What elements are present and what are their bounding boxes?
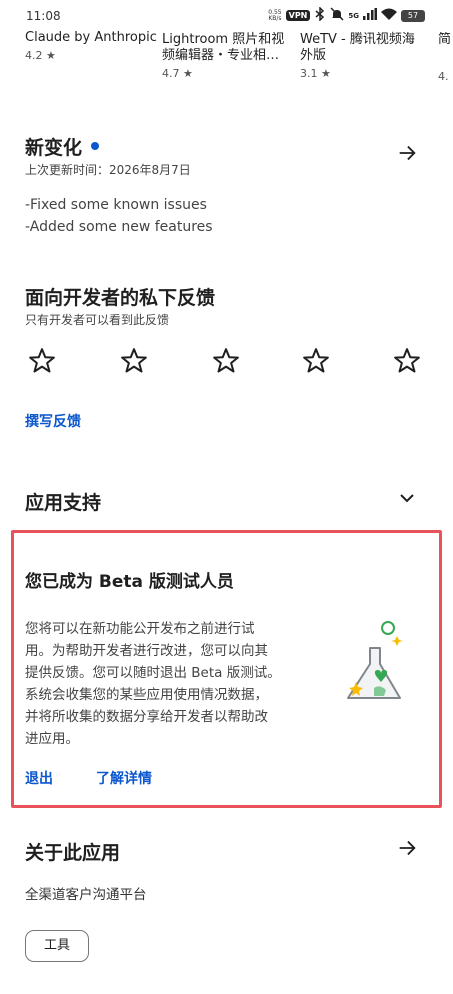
net-speed-unit: KB/s <box>268 14 282 22</box>
related-app-card[interactable]: 简 4. <box>438 32 453 83</box>
star-empty-icon[interactable] <box>27 346 57 380</box>
star-empty-icon[interactable] <box>301 346 331 380</box>
related-app-rating: 4. <box>438 70 449 83</box>
status-icons: 0.55 KB/s VPN 5G 57 <box>268 6 425 24</box>
beta-line: 进应用。 <box>25 731 79 747</box>
related-app-rating: 4.2 ★ <box>25 49 56 62</box>
star-filled-icon: ★ <box>321 67 331 80</box>
whats-new-arrow-icon[interactable] <box>396 142 418 168</box>
beta-line: 系统会收集您的某些应用使用情况数据， <box>25 687 268 703</box>
whats-new-header[interactable]: 新变化 <box>25 133 100 160</box>
star-empty-icon[interactable] <box>392 346 422 380</box>
beta-title: 您已成为 Beta 版测试人员 <box>25 572 234 592</box>
beta-line: 并将所收集的数据分享给开发者以帮助改 <box>25 709 268 725</box>
release-note: -Fixed some known issues <box>25 197 207 213</box>
chevron-down-icon[interactable] <box>397 488 417 512</box>
star-rating <box>0 346 453 380</box>
beta-description: 您将可以在新功能公开发布之前进行试 用。为帮助开发者进行改进，您可以向其 提供反… <box>25 618 325 750</box>
whats-new-title: 新变化 <box>25 137 83 159</box>
battery-icon: 57 <box>401 9 425 22</box>
private-feedback-title: 面向开发者的私下反馈 <box>25 287 216 309</box>
related-app-card[interactable]: Claude by Anthropic 4.2 ★ <box>25 30 165 62</box>
about-title[interactable]: 关于此应用 <box>25 838 120 865</box>
bluetooth-icon <box>314 6 326 24</box>
network-type: 5G <box>348 11 359 20</box>
related-app-card[interactable]: WeTV - 腾讯视频海 外版 3.1 ★ <box>300 32 425 80</box>
vpn-badge: VPN <box>285 10 311 21</box>
signal-icon <box>363 8 377 23</box>
app-support-title[interactable]: 应用支持 <box>25 488 101 515</box>
write-feedback-link[interactable]: 撰写反馈 <box>25 411 81 431</box>
related-app-name: WeTV - 腾讯视频海 外版 <box>300 32 415 63</box>
status-time: 11:08 <box>26 9 61 23</box>
new-dot-icon <box>91 141 100 150</box>
learn-more-link[interactable]: 了解详情 <box>96 768 152 788</box>
beta-flask-illustration <box>340 618 410 712</box>
related-app-name: 简 <box>438 32 452 47</box>
related-app-card[interactable]: Lightroom 照片和视 频编辑器・专业相… 4.7 ★ <box>162 32 302 80</box>
category-chip[interactable]: 工具 <box>25 930 89 962</box>
wifi-icon <box>381 8 397 23</box>
related-app-name: Claude by Anthropic <box>25 30 157 45</box>
mute-icon <box>330 7 344 24</box>
beta-line: 提供反馈。您可以随时退出 Beta 版测试。 <box>25 665 281 681</box>
related-app-rating: 4.7 ★ <box>162 67 193 80</box>
net-speed: 0.55 KB/s <box>268 9 282 22</box>
beta-line: 用。为帮助开发者进行改进，您可以向其 <box>25 643 268 659</box>
leave-beta-link[interactable]: 退出 <box>25 768 53 788</box>
about-arrow-icon[interactable] <box>396 837 418 863</box>
last-updated: 上次更新时间：2026年8月7日 <box>25 163 191 177</box>
beta-line: 您将可以在新功能公开发布之前进行试 <box>25 621 255 637</box>
about-description: 全渠道客户沟通平台 <box>25 887 147 903</box>
related-app-rating: 3.1 ★ <box>300 67 331 80</box>
star-filled-icon: ★ <box>183 67 193 80</box>
star-empty-icon[interactable] <box>119 346 149 380</box>
star-empty-icon[interactable] <box>211 346 241 380</box>
private-feedback-subtitle: 只有开发者可以看到此反馈 <box>25 313 170 327</box>
release-note: -Added some new features <box>25 219 213 235</box>
star-filled-icon: ★ <box>46 49 56 62</box>
related-app-name: Lightroom 照片和视 频编辑器・专业相… <box>162 32 285 63</box>
